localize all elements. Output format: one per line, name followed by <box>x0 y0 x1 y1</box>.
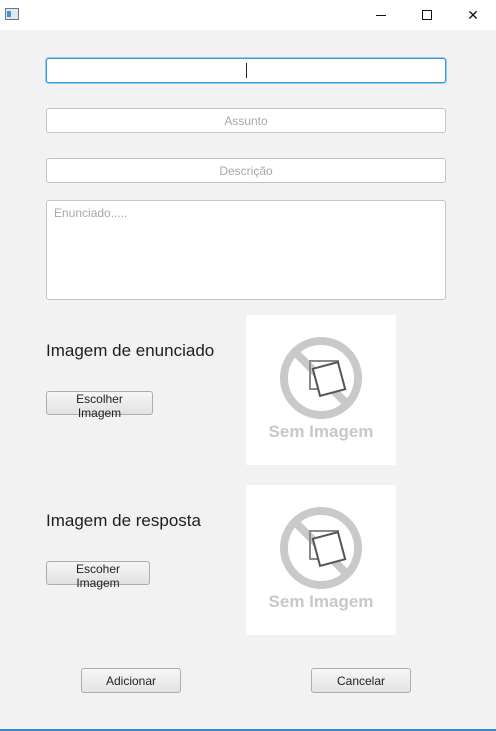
maximize-button[interactable] <box>404 0 450 30</box>
answer-image-label: Imagem de resposta <box>46 511 201 530</box>
app-window-icon <box>5 8 19 20</box>
choose-answer-image-button[interactable]: Escoher Imagem <box>46 561 150 590</box>
statement-image-preview: Sem Imagem <box>246 315 396 465</box>
minimize-button[interactable] <box>358 0 404 30</box>
maximize-icon <box>422 10 432 20</box>
title-bar: ✕ <box>0 0 496 30</box>
statement-textarea[interactable] <box>46 200 446 300</box>
choose-statement-image-button[interactable]: Escolher Imagem <box>46 391 153 420</box>
cancel-button[interactable]: Cancelar <box>311 668 411 693</box>
no-image-text: Sem Imagem <box>268 422 374 441</box>
close-button[interactable]: ✕ <box>450 0 496 30</box>
answer-image-preview: Sem Imagem <box>246 485 396 635</box>
minimize-icon <box>376 14 386 16</box>
no-image-icon <box>280 337 362 419</box>
description-input[interactable] <box>46 158 446 183</box>
app-window: ✕ Imagem de enunciado Escolher Imagem Se… <box>0 0 496 731</box>
add-button[interactable]: Adicionar <box>81 668 181 693</box>
statement-image-label: Imagem de enunciado <box>46 341 215 360</box>
no-image-text: Sem Imagem <box>268 592 374 611</box>
text-caret <box>246 63 247 78</box>
close-icon: ✕ <box>467 6 479 23</box>
no-image-icon <box>280 507 362 589</box>
subject-input[interactable] <box>46 108 446 133</box>
